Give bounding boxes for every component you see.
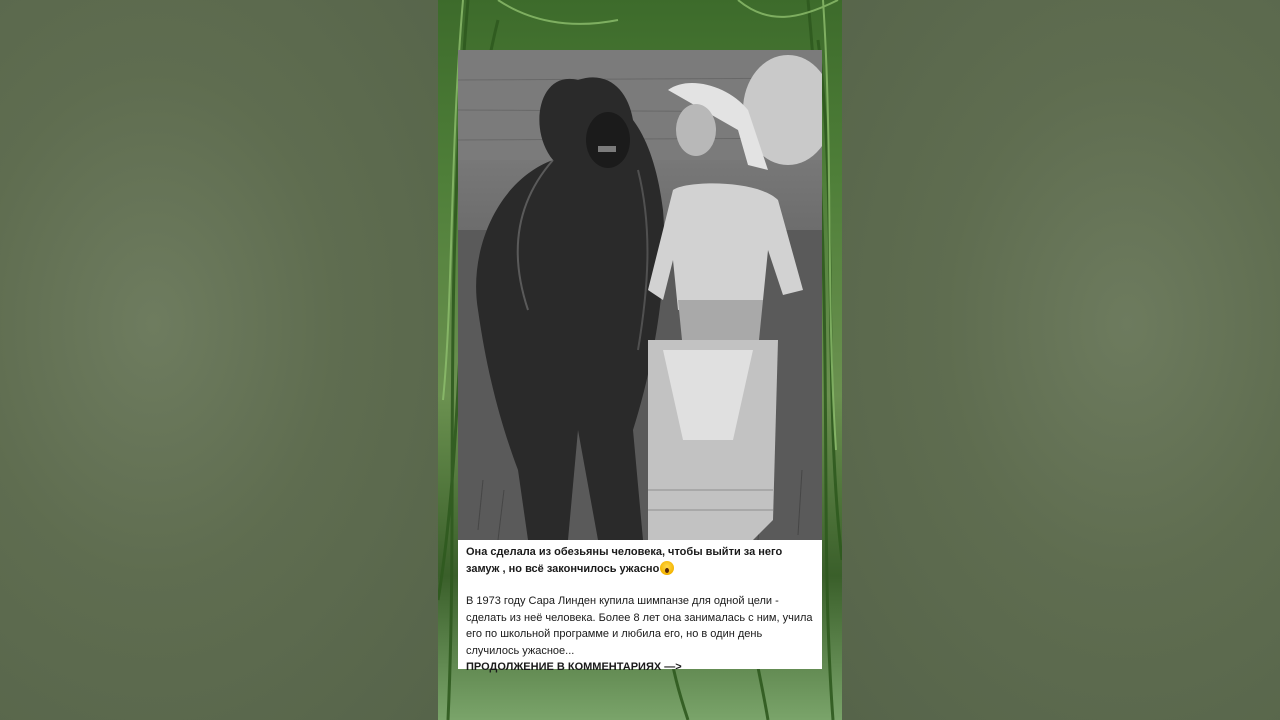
scream-emoji-icon [660, 560, 675, 575]
post-card[interactable]: Она сделала из обезьяны человека, чтобы … [458, 50, 822, 673]
post-caption: Она сделала из обезьяны человека, чтобы … [466, 544, 816, 676]
video-frame: Она сделала из обезьяны человека, чтобы … [0, 0, 1280, 720]
headline-text: Она сделала из обезьяны человека, чтобы … [466, 546, 783, 575]
blurred-background-left [0, 0, 438, 720]
post-headline: Она сделала из обезьяны человека, чтобы … [466, 544, 816, 577]
photo-illustration [458, 50, 822, 540]
post-body: В 1973 году Сара Линден купила шимпанзе … [466, 595, 813, 657]
continue-in-comments-link[interactable]: ПРОДОЛЖЕНИЕ В КОММЕНТАРИЯХ —> [466, 659, 816, 676]
post-photo[interactable] [458, 50, 822, 540]
blurred-background-right [842, 0, 1280, 720]
